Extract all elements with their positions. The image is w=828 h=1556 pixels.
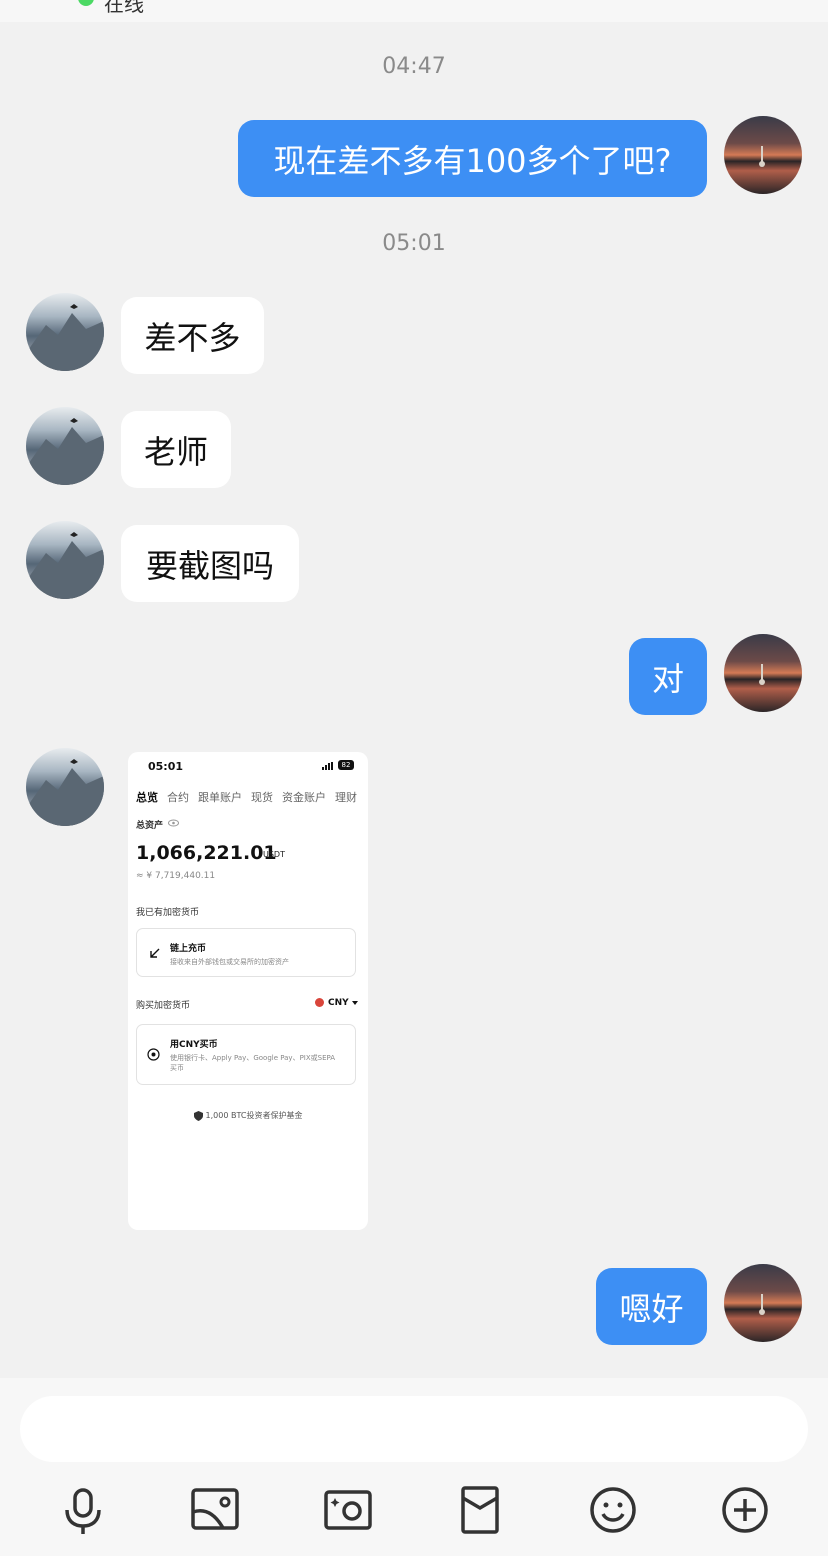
camera-icon[interactable] [320, 1482, 376, 1538]
tab-overview: 总览 [136, 791, 158, 804]
timestamp: 04:47 [382, 54, 446, 79]
buy-title: 用CNY买币 [170, 1040, 218, 1050]
self-avatar-image [759, 146, 765, 167]
gallery-icon[interactable] [187, 1482, 243, 1538]
emoji-icon[interactable] [585, 1482, 641, 1538]
message-input[interactable] [20, 1396, 808, 1462]
incoming-message-bubble[interactable]: 差不多 [121, 297, 264, 374]
outgoing-message-bubble[interactable]: 对 [629, 638, 707, 715]
screenshot-time: 05:01 [148, 760, 184, 773]
online-status-dot [78, 0, 94, 6]
coin-icon [147, 1048, 160, 1061]
cny-flag-icon [315, 998, 324, 1007]
mountain-image [26, 759, 104, 826]
peer-avatar[interactable] [26, 293, 104, 371]
incoming-message-bubble[interactable]: 要截图吗 [121, 525, 299, 602]
incoming-message-bubble[interactable]: 老师 [121, 411, 231, 488]
total-balance: 1,066,221.01 [136, 842, 277, 864]
deposit-subtitle: 接收来自外部钱包或交易所的加密资产 [170, 958, 289, 966]
self-avatar[interactable] [724, 1264, 802, 1342]
tab-copy-trading: 跟单账户 [198, 791, 242, 804]
red-packet-icon[interactable] [452, 1482, 508, 1538]
currency-selector: CNY [328, 998, 349, 1008]
tab-earn: 理财 [335, 791, 357, 804]
have-crypto-label: 我已有加密货币 [136, 908, 200, 918]
shield-icon [193, 1110, 203, 1121]
peer-avatar[interactable] [26, 748, 104, 826]
outgoing-message-bubble[interactable]: 嗯好 [596, 1268, 707, 1345]
self-avatar[interactable] [724, 634, 802, 712]
self-avatar-image [759, 1294, 765, 1315]
buy-subtitle: 使用银行卡、Apply Pay、Google Pay、PIX或SEPA买币 [170, 1054, 336, 1072]
mountain-image [26, 304, 104, 371]
asset-tabs: 总览 合约 跟单账户 现货 资金账户 理财 [136, 786, 368, 804]
buy-card: 用CNY买币 使用银行卡、Apply Pay、Google Pay、PIX或SE… [136, 1024, 356, 1085]
emoji-icon-svg [590, 1487, 636, 1533]
buy-crypto-label: 购买加密货币 [136, 1001, 191, 1011]
timestamp: 05:01 [382, 231, 446, 256]
protection-fund: 1,000 BTC投资者保护基金 [128, 1110, 368, 1121]
signal-icon [322, 762, 333, 770]
plus-icon-svg [722, 1487, 768, 1533]
protection-fund-text: 1,000 BTC投资者保护基金 [205, 1111, 303, 1120]
plus-icon[interactable] [717, 1482, 773, 1538]
image-message-screenshot[interactable]: 05:01 82 总览 合约 跟单账户 现货 资金账户 理财 总资产 1,066,221.… [128, 752, 368, 1230]
arrow-down-left-icon [150, 948, 160, 958]
eye-icon [168, 819, 179, 827]
balance-unit: USDT [263, 850, 285, 859]
tab-spot: 现货 [251, 791, 273, 804]
peer-avatar[interactable] [26, 407, 104, 485]
microphone-icon[interactable] [55, 1482, 111, 1538]
tab-funding: 资金账户 [282, 791, 326, 804]
self-avatar[interactable] [724, 116, 802, 194]
battery-icon: 82 [338, 760, 354, 770]
gallery-icon-svg [191, 1488, 239, 1530]
cny-equivalent: ≈ ¥ 7,719,440.11 [136, 871, 216, 881]
total-assets-label: 总资产 [136, 821, 164, 831]
self-avatar-image [759, 664, 765, 685]
outgoing-message-bubble[interactable]: 现在差不多有100多个了吧? [238, 120, 707, 197]
online-status-text[interactable]: 在线 [104, 0, 144, 17]
tab-contract: 合约 [167, 791, 189, 804]
mountain-image [26, 418, 104, 485]
caret-down-icon [352, 1001, 358, 1005]
microphone-icon-svg [65, 1488, 101, 1534]
mountain-image [26, 532, 104, 599]
camera-icon-svg [324, 1490, 372, 1530]
deposit-title: 链上充币 [170, 944, 207, 954]
red-packet-icon-svg [461, 1486, 499, 1534]
header-bar: 在线 [0, 0, 828, 22]
deposit-card: 链上充币 接收来自外部钱包或交易所的加密资产 [136, 928, 356, 977]
peer-avatar[interactable] [26, 521, 104, 599]
